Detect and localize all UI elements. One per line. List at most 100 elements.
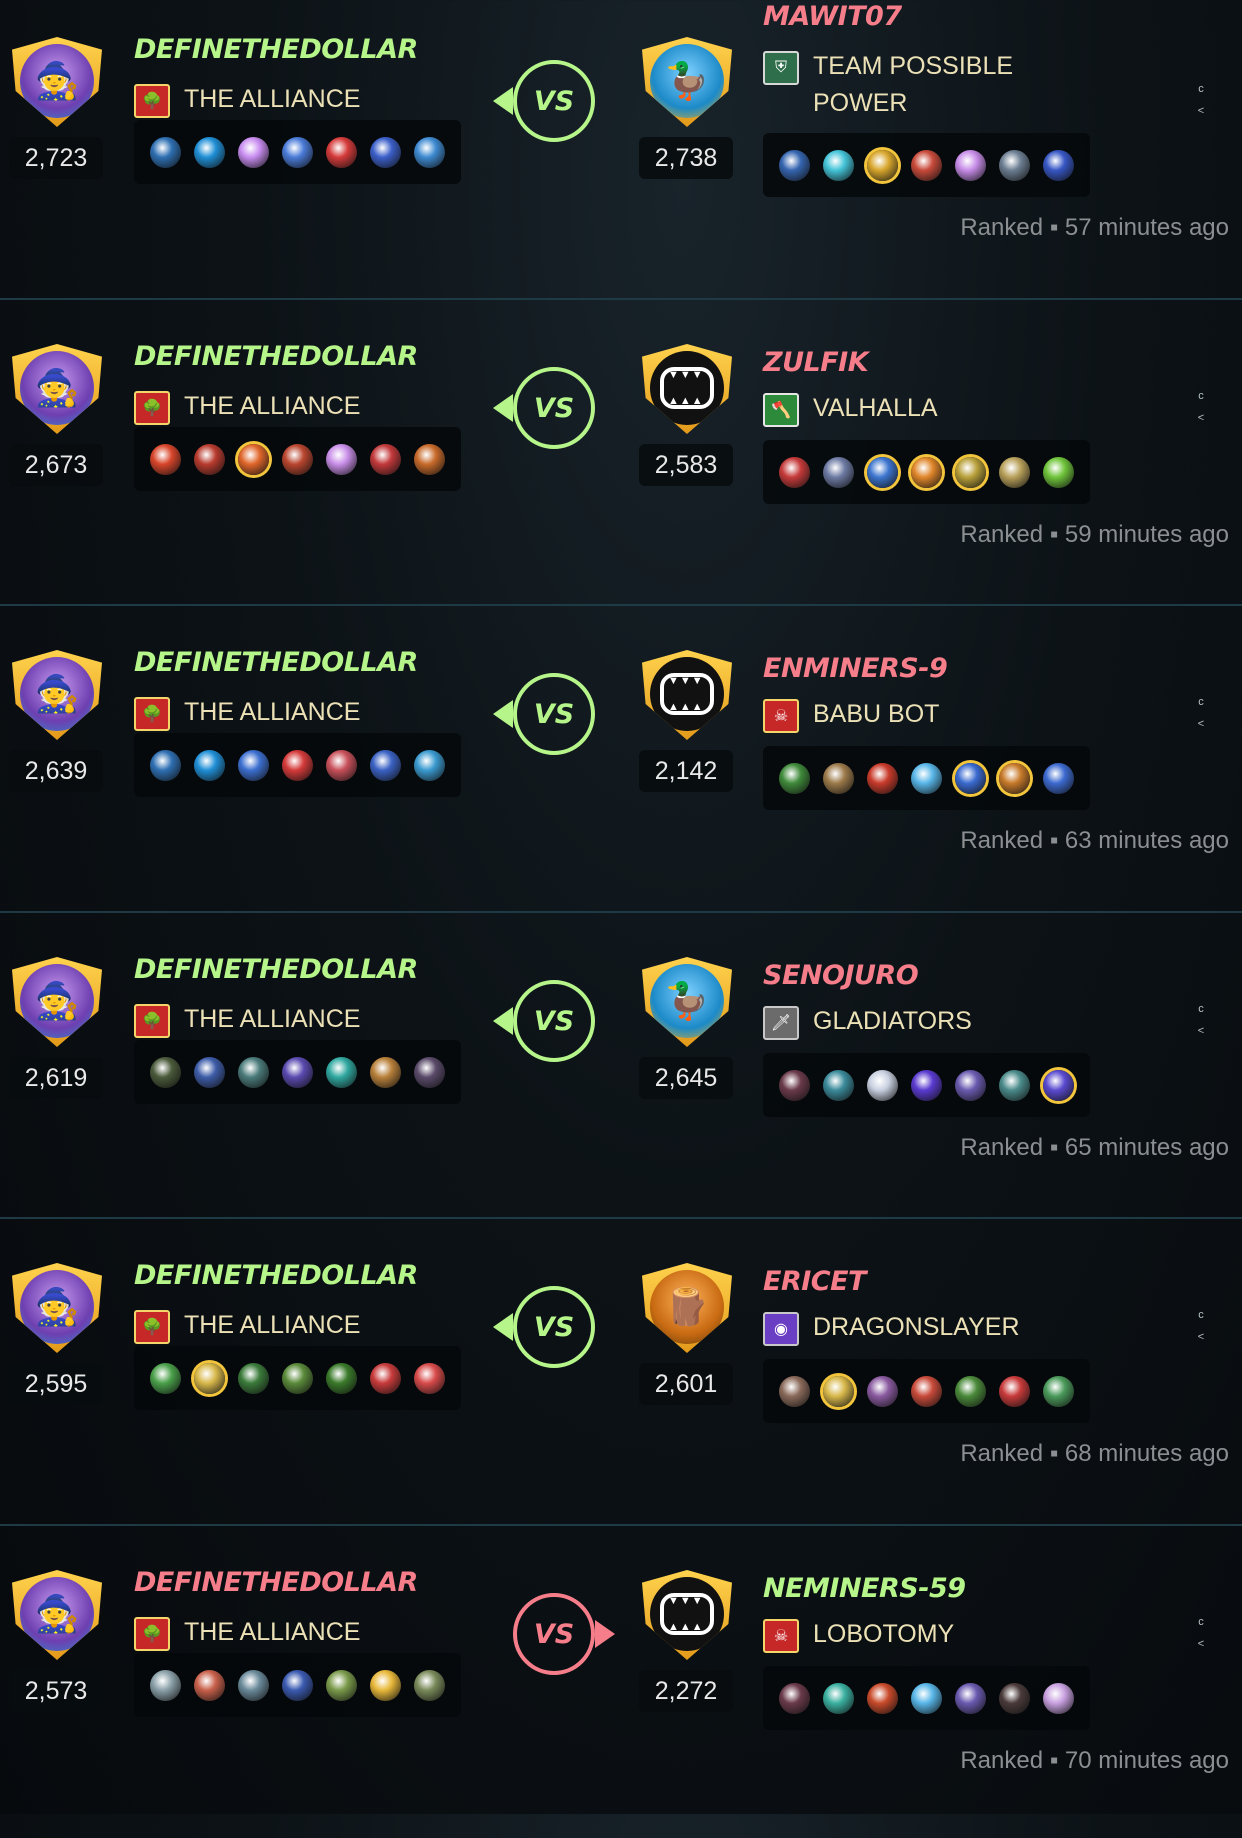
monster-card-icon[interactable] xyxy=(414,749,445,781)
monster-card-icon[interactable] xyxy=(911,1682,942,1714)
monster-card-icon[interactable] xyxy=(370,136,401,168)
left-player-name[interactable]: DEFINETHEDOLLAR xyxy=(134,1260,418,1291)
monster-card-icon[interactable] xyxy=(1043,1069,1074,1101)
battle-options-icon[interactable]: c < xyxy=(1196,385,1206,429)
monster-card-icon[interactable] xyxy=(414,1362,445,1394)
right-player-guild[interactable]: ☠ BABU BOT xyxy=(763,696,939,733)
monster-card-icon[interactable] xyxy=(955,762,986,794)
left-player-name[interactable]: DEFINETHEDOLLAR xyxy=(134,647,418,678)
right-player-name[interactable]: ERICET xyxy=(763,1266,866,1297)
monster-card-icon[interactable] xyxy=(238,136,269,168)
copy-icon[interactable]: c xyxy=(1198,1616,1204,1628)
monster-card-icon[interactable] xyxy=(911,762,942,794)
monster-card-icon[interactable] xyxy=(414,1669,445,1701)
monster-card-icon[interactable] xyxy=(867,1682,898,1714)
battle-options-icon[interactable]: c < xyxy=(1196,998,1206,1042)
left-player-avatar[interactable]: 🧙 xyxy=(12,957,102,1047)
share-icon[interactable]: < xyxy=(1198,1025,1204,1037)
monster-card-icon[interactable] xyxy=(999,1682,1030,1714)
monster-card-icon[interactable] xyxy=(194,1669,225,1701)
monster-card-icon[interactable] xyxy=(779,1375,810,1407)
monster-card-icon[interactable] xyxy=(238,749,269,781)
right-player-guild[interactable]: ⛨ TEAM POSSIBLE POWER xyxy=(763,48,1033,122)
battle-options-icon[interactable]: c < xyxy=(1196,78,1206,122)
right-player-avatar[interactable]: 🦆 xyxy=(642,957,732,1047)
monster-card-icon[interactable] xyxy=(370,1056,401,1088)
monster-card-icon[interactable] xyxy=(911,456,942,488)
left-player-avatar[interactable]: 🧙 xyxy=(12,1263,102,1353)
copy-icon[interactable]: c xyxy=(1198,1003,1204,1015)
battle-row[interactable]: 🧙 2,619 DEFINETHEDOLLAR 🌳 THE ALLIANCE 🦆 2,645… xyxy=(0,911,1242,1225)
monster-card-icon[interactable] xyxy=(823,1069,854,1101)
right-player-name[interactable]: ENMINERS-9 xyxy=(763,653,948,684)
right-player-avatar[interactable] xyxy=(642,650,732,740)
monster-card-icon[interactable] xyxy=(150,749,181,781)
monster-card-icon[interactable] xyxy=(999,1375,1030,1407)
battle-options-icon[interactable]: c < xyxy=(1196,1304,1206,1348)
left-player-guild[interactable]: 🌳 THE ALLIANCE xyxy=(134,1001,360,1038)
left-player-name[interactable]: DEFINETHEDOLLAR xyxy=(134,954,418,985)
monster-card-icon[interactable] xyxy=(867,1069,898,1101)
monster-card-icon[interactable] xyxy=(823,1682,854,1714)
monster-card-icon[interactable] xyxy=(779,1069,810,1101)
monster-card-icon[interactable] xyxy=(823,149,854,181)
monster-card-icon[interactable] xyxy=(1043,149,1074,181)
share-icon[interactable]: < xyxy=(1198,718,1204,730)
monster-card-icon[interactable] xyxy=(779,149,810,181)
monster-card-icon[interactable] xyxy=(911,149,942,181)
monster-card-icon[interactable] xyxy=(1043,762,1074,794)
monster-card-icon[interactable] xyxy=(823,456,854,488)
left-player-guild[interactable]: 🌳 THE ALLIANCE xyxy=(134,1307,360,1344)
monster-card-icon[interactable] xyxy=(370,443,401,475)
left-player-avatar[interactable]: 🧙 xyxy=(12,1570,102,1660)
monster-card-icon[interactable] xyxy=(414,136,445,168)
monster-card-icon[interactable] xyxy=(779,456,810,488)
monster-card-icon[interactable] xyxy=(238,1669,269,1701)
monster-card-icon[interactable] xyxy=(326,1362,357,1394)
monster-card-icon[interactable] xyxy=(282,749,313,781)
battle-row[interactable]: 🧙 2,595 DEFINETHEDOLLAR 🌳 THE ALLIANCE 🪵 2,601… xyxy=(0,1217,1242,1531)
monster-card-icon[interactable] xyxy=(194,443,225,475)
monster-card-icon[interactable] xyxy=(867,762,898,794)
monster-card-icon[interactable] xyxy=(150,1669,181,1701)
monster-card-icon[interactable] xyxy=(282,443,313,475)
monster-card-icon[interactable] xyxy=(150,443,181,475)
monster-card-icon[interactable] xyxy=(999,149,1030,181)
monster-card-icon[interactable] xyxy=(150,1056,181,1088)
monster-card-icon[interactable] xyxy=(194,136,225,168)
monster-card-icon[interactable] xyxy=(955,1375,986,1407)
left-player-avatar[interactable]: 🧙 xyxy=(12,37,102,127)
share-icon[interactable]: < xyxy=(1198,105,1204,117)
monster-card-icon[interactable] xyxy=(911,1069,942,1101)
left-player-avatar[interactable]: 🧙 xyxy=(12,650,102,740)
share-icon[interactable]: < xyxy=(1198,1331,1204,1343)
left-player-guild[interactable]: 🌳 THE ALLIANCE xyxy=(134,1614,360,1651)
monster-card-icon[interactable] xyxy=(911,1375,942,1407)
monster-card-icon[interactable] xyxy=(238,443,269,475)
monster-card-icon[interactable] xyxy=(779,762,810,794)
monster-card-icon[interactable] xyxy=(370,1669,401,1701)
monster-card-icon[interactable] xyxy=(955,149,986,181)
monster-card-icon[interactable] xyxy=(282,136,313,168)
battle-options-icon[interactable]: c < xyxy=(1196,691,1206,735)
right-player-name[interactable]: SENOJURO xyxy=(763,960,919,991)
right-player-guild[interactable]: ☠ LOBOTOMY xyxy=(763,1616,954,1653)
monster-card-icon[interactable] xyxy=(823,762,854,794)
battle-row[interactable]: 🧙 2,723 DEFINETHEDOLLAR 🌳 THE ALLIANCE 🦆 2,738… xyxy=(0,0,1242,305)
monster-card-icon[interactable] xyxy=(1043,1682,1074,1714)
monster-card-icon[interactable] xyxy=(414,443,445,475)
monster-card-icon[interactable] xyxy=(1043,456,1074,488)
monster-card-icon[interactable] xyxy=(1043,1375,1074,1407)
monster-card-icon[interactable] xyxy=(194,1362,225,1394)
monster-card-icon[interactable] xyxy=(370,1362,401,1394)
copy-icon[interactable]: c xyxy=(1198,696,1204,708)
battle-row[interactable]: 🧙 2,639 DEFINETHEDOLLAR 🌳 THE ALLIANCE 2,142 E… xyxy=(0,604,1242,918)
monster-card-icon[interactable] xyxy=(326,1056,357,1088)
copy-icon[interactable]: c xyxy=(1198,390,1204,402)
monster-card-icon[interactable] xyxy=(999,456,1030,488)
monster-card-icon[interactable] xyxy=(955,1069,986,1101)
battle-row[interactable]: 🧙 2,673 DEFINETHEDOLLAR 🌳 THE ALLIANCE 2,583 Z… xyxy=(0,298,1242,612)
left-player-guild[interactable]: 🌳 THE ALLIANCE xyxy=(134,694,360,731)
monster-card-icon[interactable] xyxy=(999,1069,1030,1101)
monster-card-icon[interactable] xyxy=(238,1362,269,1394)
